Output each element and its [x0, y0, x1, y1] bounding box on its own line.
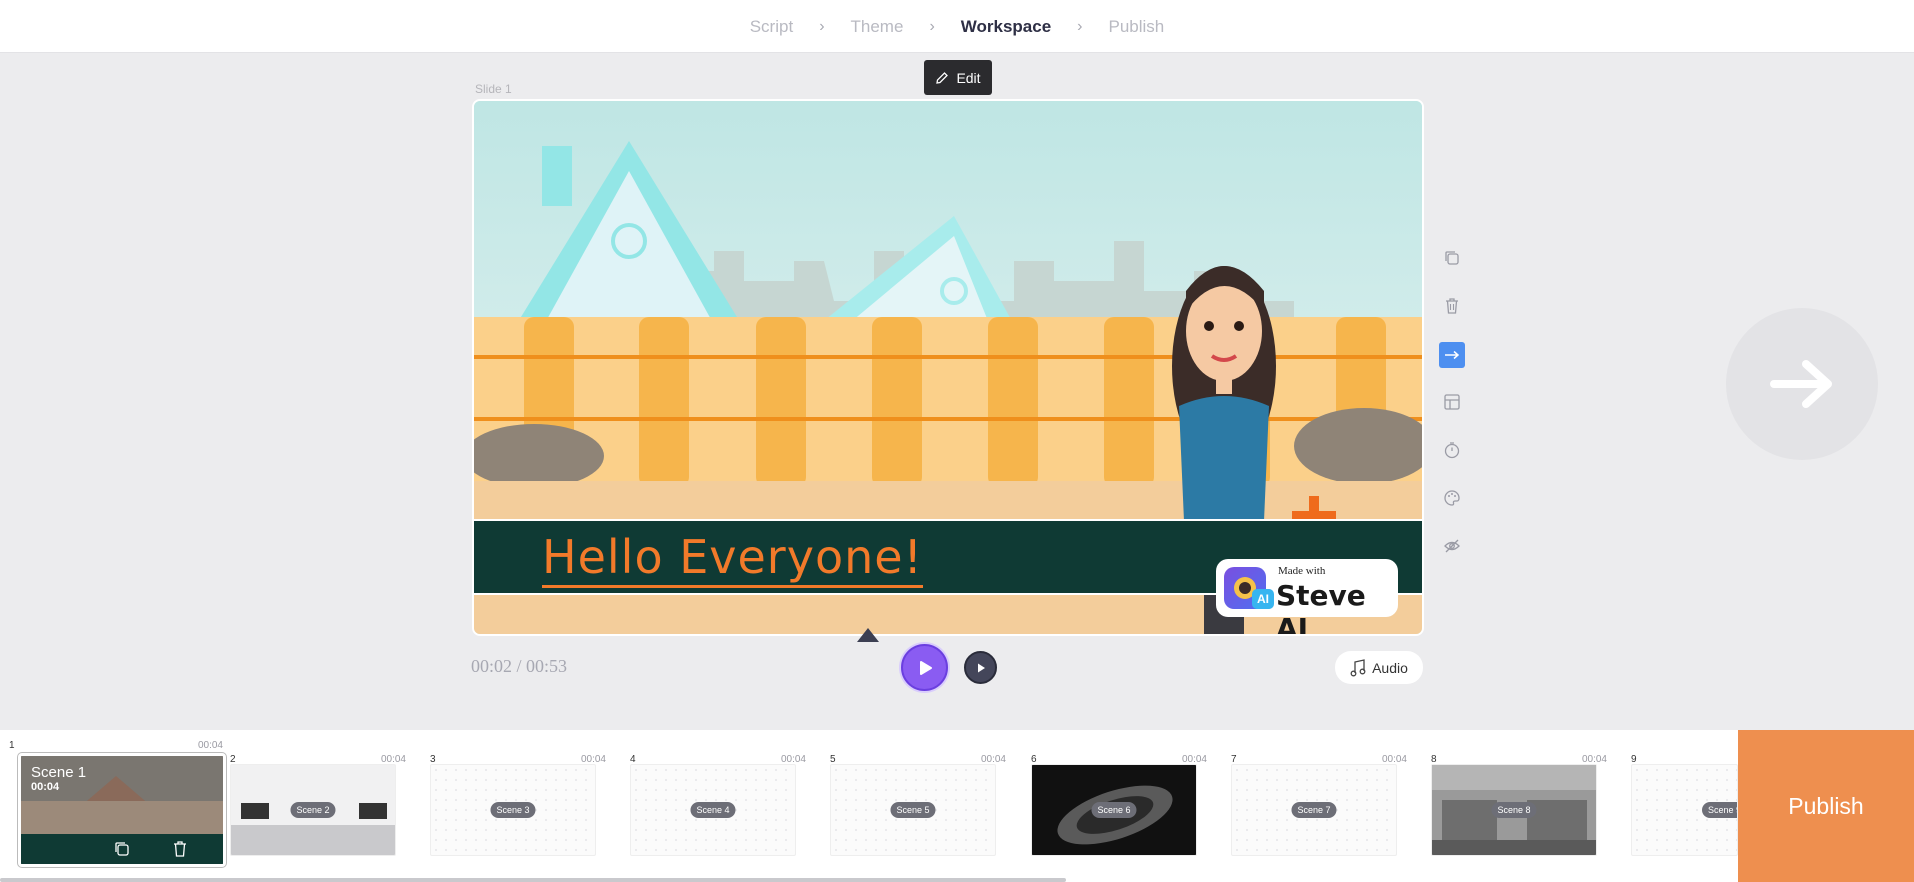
color-button[interactable] — [1439, 485, 1465, 511]
scene-card-4[interactable]: 4 00:04 Scene 4 — [630, 730, 820, 882]
scene-label: Scene 7 — [1291, 802, 1337, 818]
duplicate-icon — [1445, 251, 1459, 265]
playhead-marker[interactable] — [857, 628, 879, 642]
made-with-steve-ai-badge: AI Made with Steve AI — [1216, 559, 1398, 634]
play-scene-button[interactable] — [964, 651, 997, 684]
audio-label: Audio — [1372, 659, 1408, 676]
scene-label: Scene 8 — [1491, 802, 1537, 818]
duplicate-slide-button[interactable] — [1439, 245, 1465, 271]
play-icon — [977, 663, 985, 672]
caption-text[interactable]: Hello Everyone! — [542, 529, 923, 588]
scene-card-6[interactable]: 6 00:04 Scene 6 — [1031, 730, 1221, 882]
step-theme[interactable]: Theme — [851, 17, 904, 37]
scene-card-3[interactable]: 3 00:04 Scene 3 — [430, 730, 620, 882]
scene-card-5[interactable]: 5 00:04 Scene 5 — [830, 730, 1020, 882]
scene-thumbnail: Scene 6 — [1031, 764, 1197, 856]
edit-button[interactable]: Edit — [924, 60, 992, 95]
hide-slide-button[interactable] — [1439, 533, 1465, 559]
scene-label: Scene 6 — [1091, 802, 1137, 818]
scene-label: Scene 9 — [1701, 802, 1737, 818]
scene-number: 1 — [9, 740, 15, 751]
duplicate-icon[interactable] — [113, 840, 131, 858]
play-icon — [919, 660, 932, 675]
publish-button[interactable]: Publish — [1738, 730, 1914, 882]
ai-badge: AI — [1252, 589, 1274, 609]
duration-button[interactable] — [1439, 437, 1465, 463]
scene-thumbnail: Scene 3 — [430, 764, 596, 856]
trash-icon[interactable] — [171, 840, 189, 858]
arrow-right-icon — [1770, 360, 1832, 408]
play-button[interactable] — [901, 644, 948, 691]
scene-thumbnail: Scene 8 — [1431, 764, 1597, 856]
layout-button[interactable] — [1439, 389, 1465, 415]
transition-button[interactable] — [1439, 342, 1465, 368]
scene-strip-scrollbar[interactable] — [0, 878, 1066, 882]
scene-duration-overlay: 00:04 — [31, 781, 60, 793]
scene-thumbnail: Scene 2 — [230, 764, 396, 856]
scene-label: Scene 4 — [690, 802, 736, 818]
trash-icon — [1446, 298, 1458, 314]
scene-title: Scene 1 — [31, 764, 87, 781]
audio-button[interactable]: Audio — [1335, 651, 1423, 684]
scene-thumbnail: Scene 7 — [1231, 764, 1397, 856]
scene-duration: 00:04 — [197, 740, 223, 751]
scene-thumbnail: Scene 1 00:04 — [18, 753, 226, 867]
scene-card-1[interactable]: 1 00:04 Scene 1 00:04 — [9, 730, 226, 882]
stepper: Script › Theme › Workspace › Publish — [0, 0, 1914, 53]
chevron-right-icon: › — [929, 17, 935, 35]
palette-icon — [1444, 490, 1460, 506]
scene-label: Scene 5 — [890, 802, 936, 818]
scene-strip[interactable]: 1 00:04 Scene 1 00:04 2 00:04 Scene 2 3 … — [0, 730, 1914, 882]
scene-label: Scene 3 — [490, 802, 536, 818]
step-workspace[interactable]: Workspace — [961, 17, 1051, 37]
scene-card-2[interactable]: 2 00:04 Scene 2 — [230, 730, 420, 882]
scene-tools — [21, 834, 223, 864]
scene-thumbnail: Scene 4 — [630, 764, 796, 856]
layout-icon — [1444, 394, 1460, 410]
arrow-right-icon — [1445, 350, 1460, 360]
eye-hidden-icon — [1444, 539, 1460, 553]
chevron-right-icon: › — [819, 17, 825, 35]
delete-slide-button[interactable] — [1439, 293, 1465, 319]
scene-card-7[interactable]: 7 00:04 Scene 7 — [1231, 730, 1421, 882]
next-slide-button[interactable] — [1726, 308, 1878, 460]
watermark-brand: Steve AI — [1276, 579, 1366, 636]
time-total: 00:53 — [526, 656, 568, 676]
scene-card-8[interactable]: 8 00:04 Scene 8 — [1431, 730, 1621, 882]
step-script[interactable]: Script — [750, 17, 793, 37]
time-current: 00:02 — [471, 656, 513, 676]
pencil-icon — [936, 71, 949, 84]
scene-thumbnail: Scene 5 — [830, 764, 996, 856]
edit-label: Edit — [956, 69, 981, 86]
time-readout: 00:02 / 00:53 — [471, 656, 568, 676]
watermark-made-with: Made with — [1278, 565, 1326, 577]
step-publish[interactable]: Publish — [1109, 17, 1165, 37]
timer-icon — [1444, 442, 1460, 459]
chevron-right-icon: › — [1077, 17, 1083, 35]
scene-label: Scene 2 — [290, 802, 336, 818]
slide-label: Slide 1 — [475, 82, 512, 96]
top-bar: Script › Theme › Workspace › Publish — [0, 0, 1914, 53]
slide-canvas[interactable]: Hello Everyone! AI Made with Steve AI — [472, 99, 1424, 636]
scene-thumbnail: Scene 9 — [1631, 764, 1738, 856]
music-note-icon — [1350, 658, 1366, 676]
